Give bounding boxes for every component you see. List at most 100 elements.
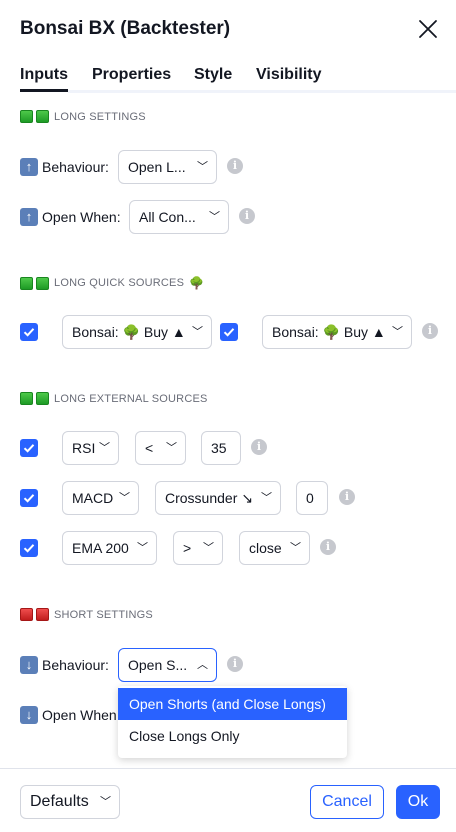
external-source-rsi-select[interactable]: RSI ﹀ xyxy=(62,431,119,465)
arrow-up-icon: ↑ xyxy=(20,158,38,176)
select-value: RSI xyxy=(72,440,96,456)
external-rsi-operator-select[interactable]: < ﹀ xyxy=(135,431,186,465)
external-macd-operator-select[interactable]: Crossunder ↘ ﹀ xyxy=(155,481,281,515)
external-macd-value-input[interactable]: 0 xyxy=(296,481,328,515)
green-square-icon xyxy=(20,110,33,123)
chevron-down-icon: ﹀ xyxy=(166,442,177,454)
arrow-up-icon: ↑ xyxy=(20,208,38,226)
external-ema-operator-select[interactable]: > ﹀ xyxy=(173,531,223,565)
info-icon[interactable]: i xyxy=(251,439,267,455)
open-when-label-text: Open When xyxy=(42,707,117,723)
chevron-down-icon: ﹀ xyxy=(100,796,111,808)
red-square-icon xyxy=(20,608,33,621)
tab-style[interactable]: Style xyxy=(194,66,232,84)
select-value: Open L... xyxy=(128,159,186,175)
chevron-down-icon: ﹀ xyxy=(99,442,110,454)
select-value: < xyxy=(145,440,154,456)
info-icon[interactable]: i xyxy=(239,208,255,224)
section-header: LONG EXTERNAL SOURCES xyxy=(54,392,208,405)
external-source-macd-select[interactable]: MACD ﹀ xyxy=(62,481,139,515)
dialog-footer: Defaults ﹀ Cancel Ok xyxy=(0,768,456,832)
tree-icon: 🌳 xyxy=(189,276,205,290)
tab-bar: Inputs Properties Style Visibility xyxy=(0,60,456,94)
ok-button[interactable]: Ok xyxy=(396,785,440,819)
chevron-down-icon: ﹀ xyxy=(137,542,148,554)
select-value: EMA 200 xyxy=(72,540,129,556)
section-short-settings: SHORT SETTINGS xyxy=(20,608,153,621)
select-value: Crossunder ↘ xyxy=(165,490,253,506)
green-square-icon xyxy=(36,392,49,405)
info-icon[interactable]: i xyxy=(422,323,438,339)
select-value: > xyxy=(183,540,192,556)
external-source-ema-checkbox[interactable] xyxy=(20,539,38,557)
red-square-icon xyxy=(36,608,49,621)
long-behaviour-select[interactable]: Open L... ﹀ xyxy=(118,150,217,184)
chevron-down-icon: ﹀ xyxy=(192,326,203,338)
dialog-title: Bonsai BX (Backtester) xyxy=(20,18,231,39)
behaviour-label-text: Behaviour: xyxy=(42,657,109,673)
info-icon[interactable]: i xyxy=(339,489,355,505)
chevron-down-icon: ﹀ xyxy=(209,211,220,223)
chevron-down-icon: ﹀ xyxy=(119,492,130,504)
section-long-settings: LONG SETTINGS xyxy=(20,110,146,123)
dialog-header: Bonsai BX (Backtester) xyxy=(0,0,456,60)
select-value: MACD xyxy=(72,490,114,506)
long-behaviour-label: ↑ Behaviour: xyxy=(20,158,109,176)
select-value: Bonsai: 🌳 Buy ▲ xyxy=(272,324,386,340)
section-header: SHORT SETTINGS xyxy=(54,608,153,621)
select-value: Bonsai: 🌳 Buy ▲ xyxy=(72,324,186,340)
tab-properties[interactable]: Properties xyxy=(92,66,171,84)
select-value: close xyxy=(249,540,282,556)
defaults-label: Defaults xyxy=(30,793,89,810)
tab-inputs[interactable]: Inputs xyxy=(20,66,68,84)
green-square-icon xyxy=(36,276,49,290)
tab-bar-divider xyxy=(68,90,456,93)
long-open-when-select[interactable]: All Con... ﹀ xyxy=(129,200,229,234)
quick-source-2-checkbox[interactable] xyxy=(220,323,238,341)
input-value: 35 xyxy=(211,440,227,456)
external-source-macd-checkbox[interactable] xyxy=(20,489,38,507)
arrow-down-icon: ↓ xyxy=(20,656,38,674)
arrow-down-icon: ↓ xyxy=(20,706,38,724)
chevron-up-icon: ︿ xyxy=(197,659,208,671)
select-value: Open S... xyxy=(128,657,188,673)
section-header: LONG QUICK SOURCES xyxy=(54,277,185,289)
quick-source-2-select[interactable]: Bonsai: 🌳 Buy ▲ ﹀ xyxy=(262,315,412,349)
quick-source-1-select[interactable]: Bonsai: 🌳 Buy ▲ ﹀ xyxy=(62,315,212,349)
green-square-icon xyxy=(36,110,49,123)
short-behaviour-label: ↓ Behaviour: xyxy=(20,656,109,674)
info-icon[interactable]: i xyxy=(227,158,243,174)
tab-visibility[interactable]: Visibility xyxy=(256,66,322,84)
green-square-icon xyxy=(20,392,33,405)
info-icon[interactable]: i xyxy=(320,539,336,555)
info-icon[interactable]: i xyxy=(227,656,243,672)
chevron-down-icon: ﹀ xyxy=(392,326,403,338)
external-rsi-value-input[interactable]: 35 xyxy=(201,431,241,465)
external-source-ema-select[interactable]: EMA 200 ﹀ xyxy=(62,531,157,565)
section-long-quick-sources: LONG QUICK SOURCES 🌳 xyxy=(20,276,204,290)
quick-source-1-checkbox[interactable] xyxy=(20,323,38,341)
behaviour-dropdown-menu: Open Shorts (and Close Longs) Close Long… xyxy=(118,686,347,758)
defaults-dropdown[interactable]: Defaults ﹀ xyxy=(20,785,120,819)
section-long-external-sources: LONG EXTERNAL SOURCES xyxy=(20,392,208,405)
chevron-down-icon: ﹀ xyxy=(203,542,214,554)
select-value: All Con... xyxy=(139,209,196,225)
cancel-button[interactable]: Cancel xyxy=(310,785,384,819)
external-ema-value-select[interactable]: close ﹀ xyxy=(239,531,310,565)
chevron-down-icon: ﹀ xyxy=(197,161,208,173)
dropdown-option-close-longs[interactable]: Close Longs Only xyxy=(118,720,347,752)
close-icon[interactable] xyxy=(417,18,439,40)
dropdown-option-open-shorts[interactable]: Open Shorts (and Close Longs) xyxy=(118,688,347,720)
green-square-icon xyxy=(20,276,33,290)
short-open-when-label: ↓ Open When xyxy=(20,706,117,724)
long-open-when-label: ↑ Open When: xyxy=(20,208,121,226)
section-header: LONG SETTINGS xyxy=(54,110,146,123)
short-behaviour-select[interactable]: Open S... ︿ xyxy=(118,648,217,682)
input-value: 0 xyxy=(306,490,314,506)
behaviour-label-text: Behaviour: xyxy=(42,159,109,175)
external-source-rsi-checkbox[interactable] xyxy=(20,439,38,457)
chevron-down-icon: ﹀ xyxy=(290,542,301,554)
active-tab-indicator xyxy=(20,89,68,92)
open-when-label-text: Open When: xyxy=(42,209,121,225)
chevron-down-icon: ﹀ xyxy=(261,492,272,504)
